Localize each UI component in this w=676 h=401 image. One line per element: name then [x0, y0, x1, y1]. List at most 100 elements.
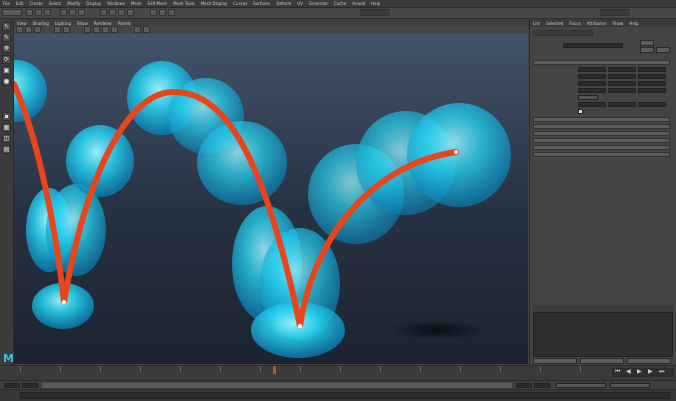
range-bar[interactable]	[42, 383, 512, 388]
menu-deform[interactable]: Deform	[273, 1, 294, 6]
rotate-x-field[interactable]	[578, 74, 606, 79]
rotate-tool-icon[interactable]: ⟳	[2, 55, 11, 64]
smooth-shade-icon[interactable]	[93, 26, 100, 33]
workspace-dropdown[interactable]	[600, 9, 630, 16]
scale-x-field[interactable]	[578, 81, 606, 86]
rotate-axis-y-field[interactable]	[608, 102, 636, 107]
attr-menu-attributes[interactable]: Attributes	[584, 21, 610, 26]
last-tool-icon[interactable]: ●	[2, 77, 11, 86]
rotate-axis-x-field[interactable]	[578, 102, 606, 107]
menu-edit[interactable]: Edit	[13, 1, 27, 6]
rotate-z-field[interactable]	[638, 74, 666, 79]
menu-windows[interactable]: Windows	[104, 1, 128, 6]
render-icon[interactable]	[150, 9, 157, 16]
go-to-end-icon[interactable]: ⏭	[659, 368, 664, 376]
limit-information-section[interactable]	[533, 124, 670, 129]
focus-button[interactable]	[640, 40, 654, 46]
attr-menu-list[interactable]: List	[530, 21, 543, 26]
menu-modify[interactable]: Modify	[64, 1, 83, 6]
pivots-section[interactable]	[533, 117, 670, 122]
lasso-tool-icon[interactable]: ✎	[2, 33, 11, 42]
select-tool-icon[interactable]: ↖	[2, 22, 11, 31]
xray-icon[interactable]	[134, 26, 141, 33]
menu-curves[interactable]: Curves	[230, 1, 250, 6]
render-settings-icon[interactable]	[168, 9, 175, 16]
isolate-select-icon[interactable]	[143, 26, 150, 33]
camera-select-icon[interactable]	[16, 26, 23, 33]
node-name-field[interactable]	[563, 43, 623, 48]
menu-edit-mesh[interactable]: Edit Mesh	[145, 1, 171, 6]
go-to-start-icon[interactable]: ⏮	[615, 368, 620, 376]
inherits-transform-checkbox[interactable]	[578, 109, 583, 114]
menu-file[interactable]: File	[0, 1, 13, 6]
mel-label[interactable]	[3, 393, 17, 398]
select-hierarchy-icon[interactable]	[60, 9, 67, 16]
attr-menu-focus[interactable]: Focus	[566, 21, 583, 26]
scale-y-field[interactable]	[608, 81, 636, 86]
start-frame-field[interactable]	[4, 383, 20, 388]
outliner-layout-icon[interactable]: ▤	[2, 145, 11, 154]
scale-z-field[interactable]	[638, 81, 666, 86]
playback-end-field[interactable]	[516, 383, 532, 388]
grid-toggle-icon[interactable]	[54, 26, 61, 33]
symmetry-dropdown[interactable]	[360, 9, 390, 16]
rotate-y-field[interactable]	[608, 74, 636, 79]
four-view-layout-icon[interactable]: ▦	[2, 123, 11, 132]
attr-menu-help[interactable]: Help	[626, 21, 641, 26]
menu-mesh[interactable]: Mesh	[128, 1, 145, 6]
attr-menu-selected[interactable]: Selected	[543, 21, 566, 26]
presets-button[interactable]	[640, 47, 654, 53]
textured-icon[interactable]	[102, 26, 109, 33]
panel-menu-panels[interactable]: Panels	[115, 21, 134, 26]
shear-x-field[interactable]	[578, 88, 606, 93]
ipr-render-icon[interactable]	[159, 9, 166, 16]
show-button[interactable]	[656, 47, 670, 53]
translate-z-field[interactable]	[638, 67, 666, 72]
move-tool-icon[interactable]: ✥	[2, 44, 11, 53]
perspective-viewport[interactable]	[14, 34, 528, 364]
panel-menu-view[interactable]: View	[14, 21, 30, 26]
menu-display[interactable]: Display	[83, 1, 104, 6]
uuid-section[interactable]	[533, 145, 670, 150]
side-by-side-layout-icon[interactable]: ◫	[2, 134, 11, 143]
panel-menu-show[interactable]: Show	[74, 21, 91, 26]
copy-tab-button[interactable]	[627, 358, 671, 364]
shear-y-field[interactable]	[608, 88, 636, 93]
save-scene-icon[interactable]	[44, 9, 51, 16]
panel-menu-lighting[interactable]: Lighting	[52, 21, 74, 26]
film-gate-icon[interactable]	[63, 26, 70, 33]
select-button[interactable]	[533, 358, 577, 364]
select-object-icon[interactable]	[69, 9, 76, 16]
menu-uv[interactable]: UV	[294, 1, 306, 6]
notes-text-area[interactable]	[533, 312, 673, 357]
node-behavior-section[interactable]	[533, 138, 670, 143]
snap-view-plane-icon[interactable]	[127, 9, 134, 16]
rotate-order-dropdown[interactable]	[578, 95, 598, 100]
single-view-layout-icon[interactable]: ▪	[2, 112, 11, 121]
select-component-icon[interactable]	[78, 9, 85, 16]
menu-mesh-tools[interactable]: Mesh Tools	[170, 1, 198, 6]
new-scene-icon[interactable]	[26, 9, 33, 16]
play-icon[interactable]: ▶	[637, 368, 642, 375]
anim-layer-dropdown[interactable]	[610, 383, 650, 388]
open-scene-icon[interactable]	[35, 9, 42, 16]
current-frame-marker[interactable]	[273, 366, 276, 374]
translate-x-field[interactable]	[578, 67, 606, 72]
load-attributes-button[interactable]	[580, 358, 624, 364]
mode-dropdown[interactable]	[2, 9, 22, 16]
menu-mesh-display[interactable]: Mesh Display	[198, 1, 231, 6]
panel-menu-shading[interactable]: Shading	[30, 21, 52, 26]
shear-z-field[interactable]	[638, 88, 666, 93]
step-back-icon[interactable]: ◀	[626, 368, 631, 375]
character-set-dropdown[interactable]	[556, 383, 606, 388]
snap-curve-icon[interactable]	[109, 9, 116, 16]
menu-cache[interactable]: Cache	[331, 1, 349, 6]
rotate-axis-z-field[interactable]	[638, 102, 666, 107]
menu-arnold[interactable]: Arnold	[349, 1, 368, 6]
step-forward-icon[interactable]: ▶	[648, 368, 653, 375]
camera-attributes-icon[interactable]	[25, 26, 32, 33]
time-slider[interactable]: ⏮ ◀ ▶ ▶ ⏭	[0, 365, 676, 380]
panel-menu-renderer[interactable]: Renderer	[91, 21, 115, 26]
transform-attributes-section[interactable]	[533, 60, 670, 65]
bookmark-icon[interactable]	[34, 26, 41, 33]
